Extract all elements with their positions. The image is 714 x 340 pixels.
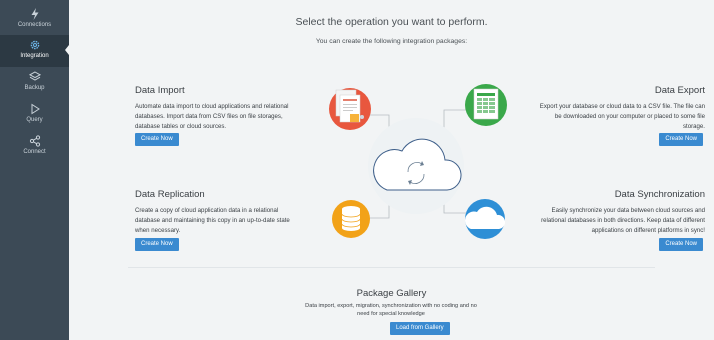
sidebar-item-connect[interactable]: Connect [0,131,69,163]
data-import-icon [329,88,371,130]
sidebar-item-connections[interactable]: Connections [0,4,69,36]
share-icon [29,135,41,147]
data-synchronization-title: Data Synchronization [614,189,705,200]
data-export-description: Export your database or cloud data to a … [539,103,705,130]
data-export-create-button[interactable]: Create Now [659,133,703,146]
data-import-create-button[interactable]: Create Now [135,133,179,146]
main-content: Select the operation you want to perform… [69,0,714,340]
page-title: Select the operation you want to perform… [295,16,488,28]
data-replication-title: Data Replication [135,189,205,200]
data-synchronization-section: Data Synchronization Easily synchronize … [534,189,705,253]
package-gallery-title: Package Gallery [356,288,427,299]
data-export-title: Data Export [654,85,705,96]
sidebar-item-query[interactable]: Query [0,99,69,131]
lightning-icon [29,8,41,20]
data-export-section: Data Export Export your database or clou… [534,85,705,147]
sidebar-item-backup[interactable]: Backup [0,67,69,99]
play-icon [29,103,41,115]
gear-icon [29,39,41,51]
page-subtitle: You can create the following integration… [315,38,468,45]
sidebar-item-label: Connect [23,149,46,155]
sidebar-item-label: Integration [20,53,49,59]
sidebar-item-label: Backup [24,85,45,91]
data-import-title: Data Import [135,85,185,96]
package-gallery-description: Data import, export, migration, synchron… [305,303,477,317]
data-replication-icon [332,200,370,238]
sidebar: Connections Integration Backup Query Con… [0,0,69,340]
data-export-icon [465,84,507,126]
connector-lines [365,109,466,219]
sidebar-item-label: Connections [17,22,52,28]
sidebar-item-label: Query [26,117,43,123]
sidebar-item-integration[interactable]: Integration [0,35,69,67]
data-replication-create-button[interactable]: Create Now [135,238,179,251]
section-divider [128,267,655,268]
data-synchronization-create-button[interactable]: Create Now [659,238,703,251]
data-replication-section: Data Replication Create a copy of cloud … [135,189,305,253]
layers-icon [28,71,41,83]
data-import-section: Data Import Automate data import to clou… [135,85,305,147]
data-import-description: Automate data import to cloud applicatio… [135,103,289,130]
data-replication-description: Create a copy of cloud application data … [135,207,290,234]
cloud-hub-icon [368,118,464,214]
load-from-gallery-button[interactable]: Load from Gallery [390,322,450,335]
data-synchronization-description: Easily synchronize your data between clo… [541,207,705,234]
data-sync-icon [464,199,506,239]
